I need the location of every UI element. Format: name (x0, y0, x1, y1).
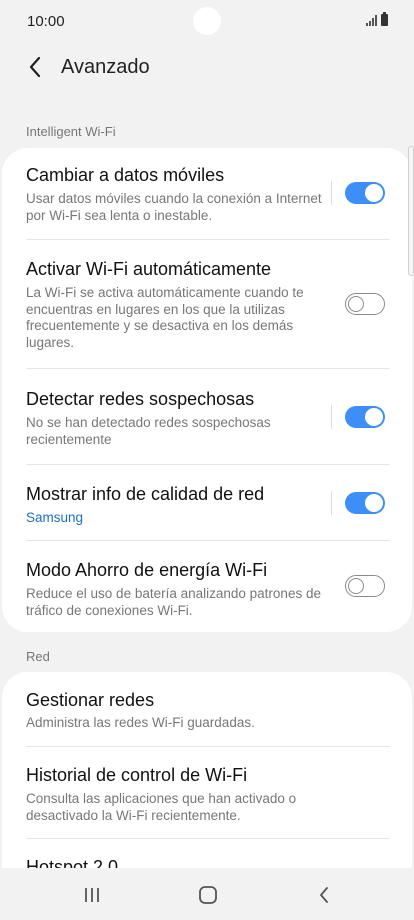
setting-title: Gestionar redes (26, 690, 155, 710)
recent-apps-button[interactable] (77, 880, 107, 910)
toggle-wifi-power-saving[interactable] (345, 575, 385, 597)
setting-title: Activar Wi-Fi automáticamente (26, 259, 272, 279)
home-icon (199, 886, 217, 904)
vertical-separator (331, 405, 332, 429)
setting-row-wifi-control-history[interactable]: Historial de control de Wi-Fi Consulta l… (2, 747, 412, 839)
setting-title: Detectar redes sospechosas (26, 389, 255, 409)
system-back-button[interactable] (309, 880, 339, 910)
setting-description: Usar datos móviles cuando la conexión a … (26, 191, 322, 223)
setting-row-network-quality-info[interactable]: Mostrar info de calidad de red Samsung (2, 465, 412, 541)
section-label-intelligent-wifi: Intelligent Wi-Fi (26, 124, 116, 139)
signal-icon (366, 14, 377, 26)
vertical-separator (331, 181, 332, 205)
setting-description: Reduce el uso de batería analizando patr… (26, 586, 321, 618)
toggle-switch-mobile-data[interactable] (345, 182, 385, 204)
toggle-auto-wifi[interactable] (345, 293, 385, 315)
toggle-network-quality-info[interactable] (345, 492, 385, 514)
intelligent-wifi-card: Cambiar a datos móviles Usar datos móvil… (2, 148, 412, 632)
setting-title: Mostrar info de calidad de red (26, 484, 265, 504)
status-time: 10:00 (27, 13, 65, 30)
home-button[interactable] (193, 880, 223, 910)
setting-row-switch-mobile-data[interactable]: Cambiar a datos móviles Usar datos móvil… (2, 148, 412, 240)
toggle-suspicious-networks[interactable] (345, 406, 385, 428)
back-button[interactable] (20, 52, 50, 82)
setting-row-manage-networks[interactable]: Gestionar redes Administra las redes Wi-… (2, 672, 412, 747)
battery-icon (381, 12, 388, 26)
scrollbar[interactable] (408, 146, 414, 276)
recent-apps-icon (85, 888, 99, 902)
chevron-left-icon (29, 56, 41, 78)
setting-row-suspicious-networks[interactable]: Detectar redes sospechosas No se han det… (2, 369, 412, 465)
setting-row-auto-wifi[interactable]: Activar Wi-Fi automáticamente La Wi-Fi s… (2, 240, 412, 369)
vertical-separator (331, 491, 332, 515)
setting-row-wifi-power-saving[interactable]: Modo Ahorro de energía Wi-Fi Reduce el u… (2, 541, 412, 632)
status-bar: 10:00 (0, 0, 414, 44)
setting-description: Consulta las aplicaciones que han activa… (26, 791, 297, 823)
setting-title: Historial de control de Wi-Fi (26, 765, 248, 785)
setting-description: Administra las redes Wi-Fi guardadas. (26, 715, 255, 730)
status-icons (366, 12, 388, 26)
camera-cutout (193, 7, 221, 35)
setting-provider-link: Samsung (26, 510, 84, 525)
section-label-red: Red (26, 649, 50, 664)
back-icon (320, 887, 328, 903)
navigation-bar (0, 868, 414, 920)
app-header: Avanzado (0, 44, 414, 90)
setting-description: No se han detectado redes sospechosas re… (26, 415, 271, 447)
setting-title: Cambiar a datos móviles (26, 165, 225, 185)
page-title: Avanzado (61, 56, 150, 78)
setting-description: La Wi-Fi se activa automáticamente cuand… (26, 285, 304, 350)
setting-title: Modo Ahorro de energía Wi-Fi (26, 560, 268, 580)
